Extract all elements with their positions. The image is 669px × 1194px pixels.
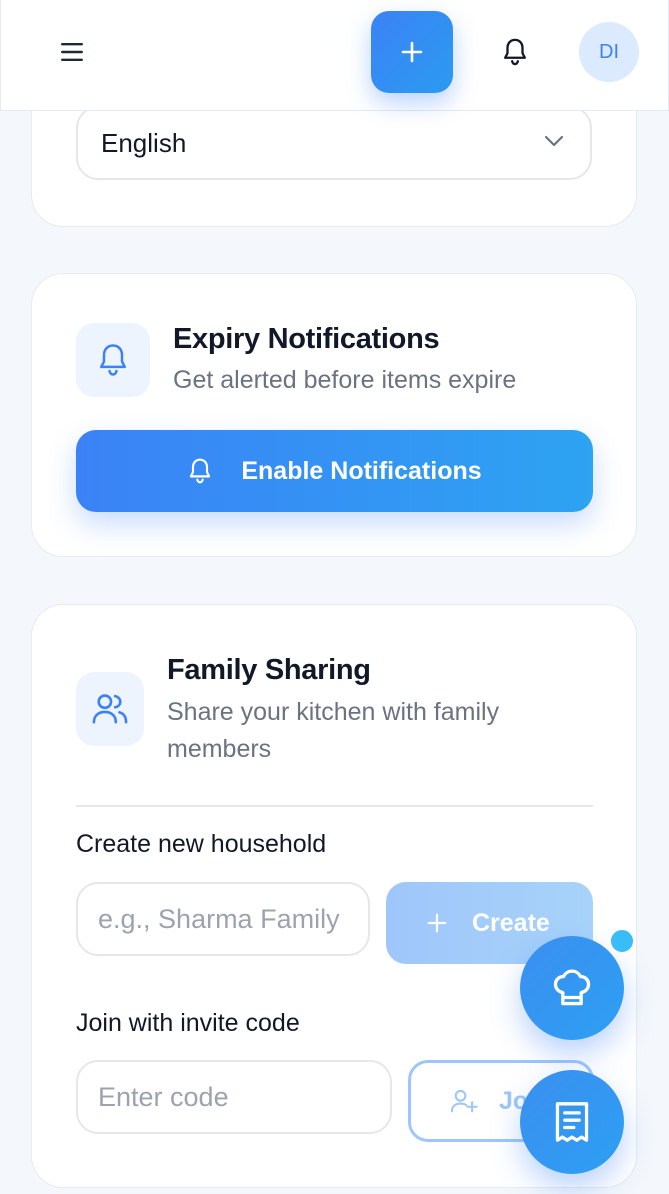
users-icon (92, 694, 128, 724)
expiry-title: Expiry Notifications (173, 323, 440, 355)
app-header: DI (0, 0, 669, 111)
plus-icon (401, 41, 423, 63)
shopping-list-fab[interactable] (520, 1070, 624, 1174)
add-item-button[interactable] (371, 11, 453, 93)
expiry-notifications-card (31, 273, 637, 557)
notifications-button[interactable] (491, 28, 539, 76)
language-selected-value: English (101, 127, 187, 158)
menu-button[interactable] (49, 30, 97, 74)
notification-dot (609, 928, 635, 954)
create-button-label: Create (472, 908, 550, 937)
family-icon-tile (76, 672, 144, 746)
plus-icon (427, 913, 447, 933)
language-select[interactable]: English (76, 106, 592, 180)
bell-icon (99, 344, 127, 376)
bell-icon (190, 458, 211, 484)
bell-icon (504, 38, 526, 66)
expiry-icon-tile (76, 323, 150, 397)
join-invite-label: Join with invite code (76, 1009, 300, 1037)
family-sharing-title: Family Sharing (167, 654, 371, 686)
hamburger-menu-icon (61, 43, 83, 61)
avatar-initials: DI (599, 40, 619, 63)
household-name-input[interactable] (76, 882, 370, 956)
create-household-label: Create new household (76, 830, 327, 858)
family-sharing-subtitle: Share your kitchen with family members (167, 698, 500, 763)
user-avatar[interactable]: DI (579, 22, 639, 82)
enable-notifications-button[interactable]: Enable Notifications (76, 430, 593, 512)
chevron-down-icon (544, 135, 564, 147)
invite-code-input[interactable] (76, 1060, 392, 1134)
recipes-fab[interactable] (520, 936, 624, 1040)
user-plus-icon (450, 1089, 478, 1113)
receipt-list-icon (555, 1102, 589, 1142)
enable-notifications-label: Enable Notifications (241, 456, 482, 485)
chef-hat-icon (553, 969, 591, 1006)
expiry-subtitle: Get alerted before items expire (173, 366, 517, 394)
section-divider (76, 805, 593, 807)
